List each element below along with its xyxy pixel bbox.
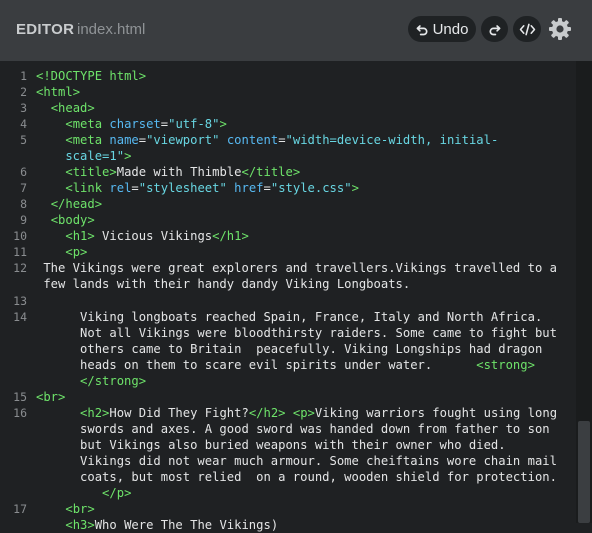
code-line: scale=1"> [36,149,132,163]
code-line: heads on them to scare evil spirits unde… [36,358,535,372]
code-line: Viking longboats reached Spain, France, … [36,310,543,324]
redo-arrow-icon [488,23,501,36]
code-line: others came to Britain peacefully. Vikin… [36,342,543,356]
code-line: <h2>How Did They Fight?</h2> <p>Viking w… [80,406,558,420]
editor-header: EDITOR index.html Undo [0,0,592,61]
code-line: Vikings did not wear much armour. Some c… [36,454,557,468]
code-line: <br> [36,390,66,404]
scrollbar-thumb[interactable] [578,421,590,523]
panel-title: EDITOR [16,21,75,38]
code-line: <meta name="viewport" content="width=dev… [65,133,499,147]
code-line: <!DOCTYPE html> [36,69,147,83]
code-brackets-icon [519,23,536,36]
code-line: <html> [36,85,81,99]
code-line: <body> [50,213,95,227]
code-line: </p> [102,486,132,500]
code-line: </strong> [80,374,147,388]
redo-button[interactable] [481,16,508,42]
code-line: few lands with their handy dandy Viking … [36,277,411,291]
code-line: but Vikings also buried weapons with the… [36,438,506,452]
code-line: </head> [50,197,103,211]
code-line: The Vikings were great explorers and tra… [36,261,557,275]
filename-label: index.html [77,21,146,38]
code-line: <br> [65,502,95,516]
code-line: <link rel="stylesheet" href="style.css"> [65,181,359,195]
code-line: coats, but most relied on a round, woode… [36,470,557,484]
preview-code-button[interactable] [513,16,541,42]
vertical-scrollbar[interactable] [576,61,592,523]
code-line: Not all Vikings were bloodthirsty raider… [36,326,557,340]
code-line: <h1> Vicious Vikings</h1> [65,229,249,243]
undo-label: Undo [432,20,469,38]
code-editor[interactable]: 1 2 3 4 5 6 7 8 9 10 11 12 13 14 15 16 1… [0,61,592,532]
code-line: <title>Made with Thimble</title> [65,165,301,179]
code-line: <head> [50,101,95,115]
code-line: <meta charset="utf-8"> [65,117,227,131]
code-line: swords and axes. A good sword was handed… [36,422,550,436]
undo-button[interactable]: Undo [408,16,476,42]
code-line: <p> [65,245,88,259]
undo-arrow-icon [416,23,433,36]
gear-icon[interactable] [548,17,572,46]
code-area[interactable]: <!DOCTYPE html> <html> <head> <meta char… [0,61,575,532]
code-line: <h3>Who Were The The Vikings) [65,518,279,532]
